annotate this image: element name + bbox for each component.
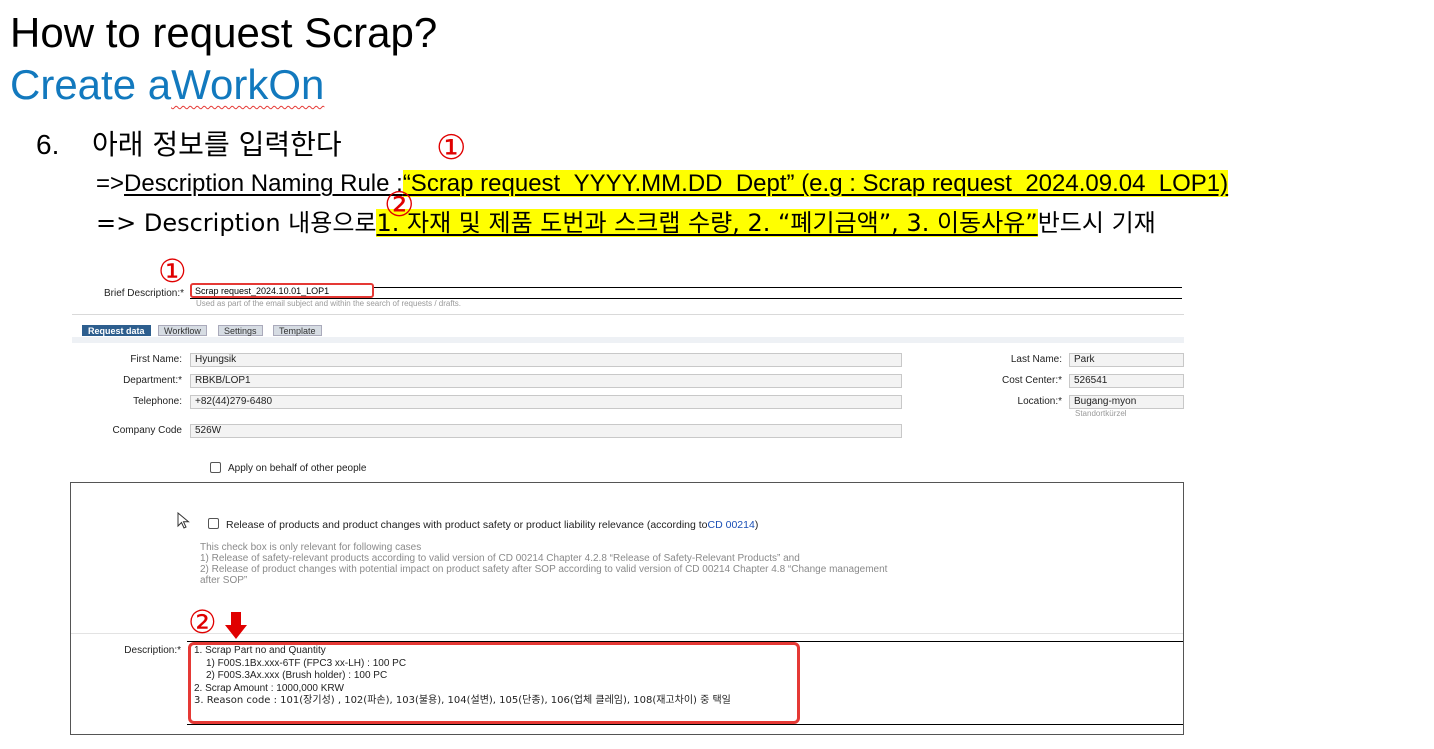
release-note-2: 1) Release of safety-relevant products a… bbox=[200, 553, 800, 564]
release-label: Release of products and product changes … bbox=[226, 519, 708, 531]
marker-one-top: ① bbox=[436, 128, 467, 168]
first-name-field[interactable]: Hyungsik bbox=[190, 353, 902, 367]
marker-two-top: ② bbox=[384, 185, 415, 225]
step-number: 6. bbox=[36, 129, 60, 160]
last-name-field[interactable]: Park bbox=[1069, 353, 1184, 367]
cd-00214-link[interactable]: CD 00214 bbox=[708, 519, 755, 531]
content-rule-line: => Description 내용으로1. 자재 및 제품 도번과 스크랩 수량… bbox=[96, 208, 1156, 239]
behalf-checkbox[interactable] bbox=[210, 462, 221, 473]
telephone-field[interactable]: +82(44)279-6480 bbox=[190, 395, 902, 409]
behalf-label: Apply on behalf of other people bbox=[228, 463, 367, 474]
release-note-4: after SOP” bbox=[200, 575, 248, 586]
description-line-3: 2) F00S.3Ax.xxx (Brush holder) : 100 PC bbox=[206, 670, 388, 681]
cost-center-field[interactable]: 526541 bbox=[1069, 374, 1184, 388]
description-textarea[interactable]: 1. Scrap Part no and Quantity 1) F00S.1B… bbox=[194, 645, 731, 708]
subtitle-prefix: Create a bbox=[10, 61, 172, 108]
marker-one-form: ① bbox=[158, 252, 187, 290]
marker-two-form: ② bbox=[188, 603, 217, 641]
release-note-1: This check box is only relevant for foll… bbox=[200, 542, 422, 553]
subtitle-workon: WorkOn bbox=[171, 61, 325, 108]
slide-title: How to request Scrap? bbox=[10, 9, 438, 56]
content-prefix: => Description 내용으로 bbox=[96, 209, 377, 237]
tab-bar-underline bbox=[72, 337, 1184, 343]
tab-settings[interactable]: Settings bbox=[218, 325, 263, 336]
rule-label: Description Naming Rule : bbox=[124, 170, 403, 197]
release-checkbox[interactable] bbox=[208, 518, 219, 529]
tab-workflow[interactable]: Workflow bbox=[158, 325, 207, 336]
company-code-field[interactable]: 526W bbox=[190, 424, 902, 438]
department-label: Department:* bbox=[123, 375, 182, 386]
department-field[interactable]: RBKB/LOP1 bbox=[190, 374, 902, 388]
company-code-label: Company Code bbox=[112, 425, 182, 436]
mouse-cursor-icon bbox=[177, 512, 190, 529]
release-note-3: 2) Release of product changes with poten… bbox=[200, 564, 888, 575]
cost-center-label: Cost Center:* bbox=[1001, 375, 1062, 386]
naming-rule-line: =>Description Naming Rule :“Scrap reques… bbox=[96, 169, 1229, 199]
first-name-label: First Name: bbox=[130, 354, 182, 365]
brief-description-label: Brief Description:* bbox=[103, 288, 184, 299]
down-arrow-icon bbox=[225, 612, 247, 639]
rule-prefix: => bbox=[96, 170, 125, 197]
description-line-1: 1. Scrap Part no and Quantity bbox=[194, 645, 326, 656]
content-value: 1. 자재 및 제품 도번과 스크랩 수량, 2. “폐기금액”, 3. 이동사… bbox=[376, 209, 1038, 237]
location-label: Location:* bbox=[1017, 396, 1062, 407]
location-field[interactable]: Bugang-myon bbox=[1069, 395, 1184, 409]
description-line-4: 2. Scrap Amount : 1000,000 KRW bbox=[194, 682, 344, 694]
telephone-label: Telephone: bbox=[133, 396, 182, 407]
brief-description-input[interactable]: Scrap request_2024.10.01_LOP1 bbox=[190, 283, 374, 298]
tab-request-data[interactable]: Request data bbox=[82, 325, 151, 336]
release-close: ) bbox=[754, 519, 759, 531]
release-label-line: Release of products and product changes … bbox=[226, 519, 758, 531]
slide-subtitle: Create aWorkOn bbox=[10, 60, 324, 110]
description-line-5: 3. Reason code : 101(장기성) , 102(파손), 103… bbox=[194, 695, 731, 706]
rule-value: “Scrap request_YYYY.MM.DD_Dept” (e.g : S… bbox=[402, 170, 1229, 197]
description-label: Description:* bbox=[124, 645, 181, 656]
last-name-label: Last Name: bbox=[1010, 354, 1062, 365]
description-line-2: 1) F00S.1Bx.xxx-6TF (FPC3 xx-LH) : 100 P… bbox=[206, 657, 407, 669]
content-suffix: 반드시 기재 bbox=[1037, 209, 1156, 237]
form-screenshot-top: ① Brief Description:* Scrap request_2024… bbox=[72, 254, 1184, 481]
form-screenshot-bottom: Release of products and product changes … bbox=[70, 482, 1184, 735]
tab-template[interactable]: Template bbox=[273, 325, 322, 336]
step-text: 아래 정보를 입력한다 bbox=[92, 128, 342, 161]
brief-description-hint: Used as part of the email subject and wi… bbox=[196, 299, 462, 308]
location-hint: Standortkürzel bbox=[1075, 409, 1127, 418]
divider bbox=[72, 314, 1184, 315]
